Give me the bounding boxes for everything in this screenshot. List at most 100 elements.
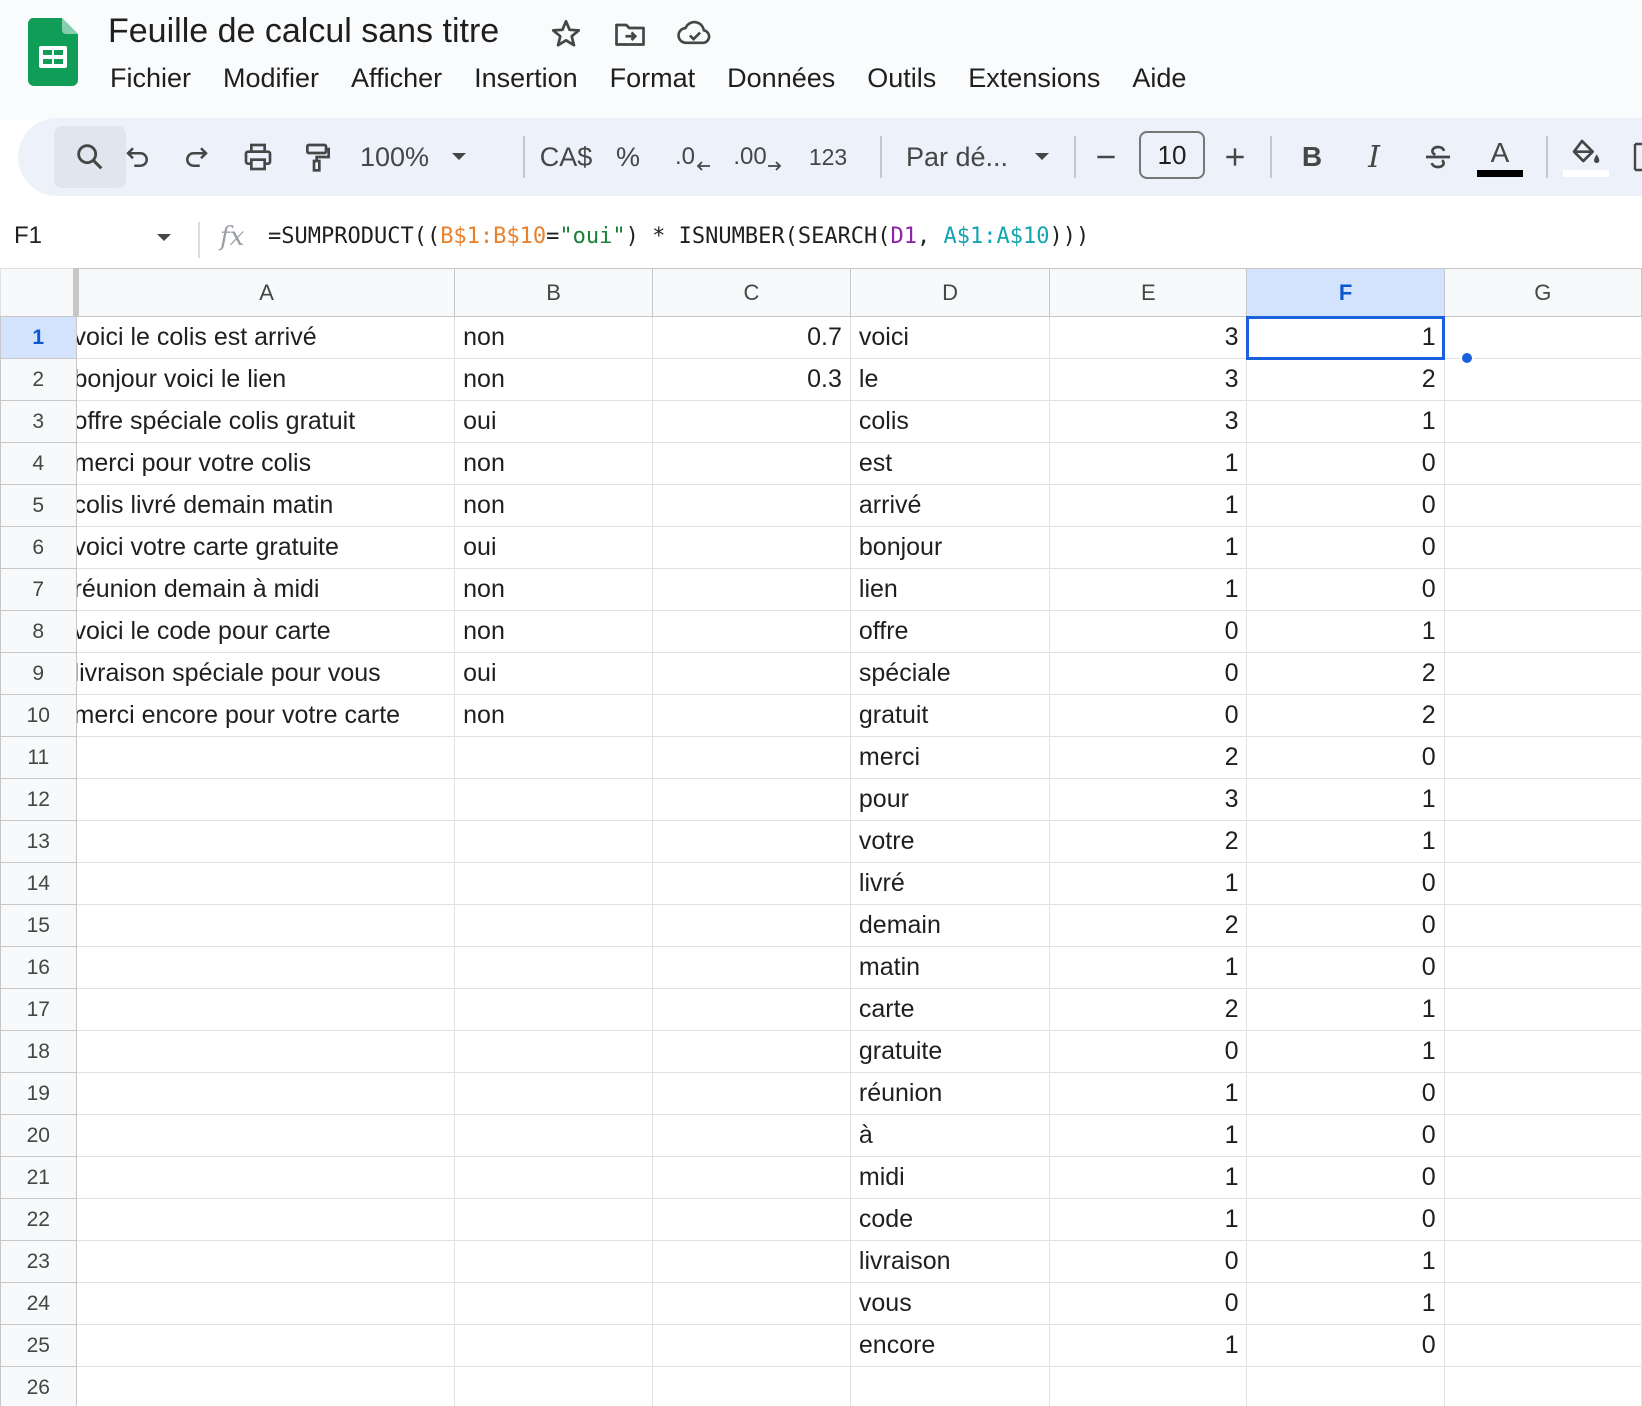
- cell-c14[interactable]: [652, 862, 851, 905]
- row-header[interactable]: 26: [0, 1366, 77, 1406]
- font-family-select[interactable]: Par dé...: [892, 118, 1062, 196]
- cell-d3[interactable]: colis: [849, 400, 1051, 443]
- cell-f25[interactable]: 0: [1246, 1324, 1445, 1367]
- cell-a25[interactable]: [75, 1324, 456, 1367]
- cell-b15[interactable]: [454, 904, 654, 947]
- row-header[interactable]: 6: [0, 526, 77, 569]
- cell-c8[interactable]: [652, 610, 851, 653]
- cell-b19[interactable]: [454, 1072, 654, 1115]
- cell-g8[interactable]: [1443, 610, 1642, 653]
- cell-d15[interactable]: demain: [849, 904, 1051, 947]
- cell-e9[interactable]: 0: [1049, 652, 1248, 695]
- cell-e23[interactable]: 0: [1049, 1240, 1248, 1283]
- cell-c25[interactable]: [652, 1324, 851, 1367]
- cell-e3[interactable]: 3: [1049, 400, 1248, 443]
- percent-format-button[interactable]: %: [608, 118, 648, 196]
- cell-b4[interactable]: non: [454, 442, 654, 485]
- cell-f11[interactable]: 0: [1246, 736, 1445, 779]
- row-header[interactable]: 18: [0, 1030, 77, 1073]
- cell-a5[interactable]: colis livré demain matin: [75, 484, 456, 527]
- cell-c15[interactable]: [652, 904, 851, 947]
- cell-a7[interactable]: réunion demain à midi: [75, 568, 456, 611]
- redo-icon[interactable]: [174, 118, 218, 196]
- column-header-c[interactable]: C: [652, 268, 851, 317]
- strikethrough-button[interactable]: [1416, 118, 1460, 196]
- cell-b17[interactable]: [454, 988, 654, 1031]
- cell-e2[interactable]: 3: [1049, 358, 1248, 401]
- cell-d16[interactable]: matin: [849, 946, 1051, 989]
- cell-f13[interactable]: 1: [1246, 820, 1445, 863]
- cell-c3[interactable]: [652, 400, 851, 443]
- cell-d17[interactable]: carte: [849, 988, 1051, 1031]
- cell-b13[interactable]: [454, 820, 654, 863]
- cell-a10[interactable]: merci encore pour votre carte: [75, 694, 456, 737]
- cell-e13[interactable]: 2: [1049, 820, 1248, 863]
- cell-e18[interactable]: 0: [1049, 1030, 1248, 1073]
- cell-e10[interactable]: 0: [1049, 694, 1248, 737]
- cell-e26[interactable]: [1049, 1366, 1248, 1406]
- cell-f19[interactable]: 0: [1246, 1072, 1445, 1115]
- cell-b20[interactable]: [454, 1114, 654, 1157]
- cell-d9[interactable]: spéciale: [849, 652, 1051, 695]
- italic-button[interactable]: I: [1352, 118, 1396, 196]
- cell-c13[interactable]: [652, 820, 851, 863]
- cell-a6[interactable]: voici votre carte gratuite: [75, 526, 456, 569]
- cell-g26[interactable]: [1443, 1366, 1642, 1406]
- cell-f17[interactable]: 1: [1246, 988, 1445, 1031]
- cell-b2[interactable]: non: [454, 358, 654, 401]
- cell-b10[interactable]: non: [454, 694, 654, 737]
- cell-a1[interactable]: voici le colis est arrivé: [75, 316, 456, 359]
- cell-d5[interactable]: arrivé: [849, 484, 1051, 527]
- cell-g11[interactable]: [1443, 736, 1642, 779]
- cell-b1[interactable]: non: [454, 316, 654, 359]
- cell-d8[interactable]: offre: [849, 610, 1051, 653]
- fill-handle[interactable]: [1460, 351, 1474, 365]
- zoom-select[interactable]: 100%: [360, 118, 500, 196]
- cell-a19[interactable]: [75, 1072, 456, 1115]
- column-header-e[interactable]: E: [1049, 268, 1248, 317]
- chevron-down-icon[interactable]: [156, 233, 172, 243]
- cell-a2[interactable]: bonjour voici le lien: [75, 358, 456, 401]
- cell-d4[interactable]: est: [849, 442, 1051, 485]
- cell-a13[interactable]: [75, 820, 456, 863]
- column-header-g[interactable]: G: [1443, 268, 1642, 317]
- cell-b16[interactable]: [454, 946, 654, 989]
- cell-e5[interactable]: 1: [1049, 484, 1248, 527]
- row-header[interactable]: 9: [0, 652, 77, 695]
- cell-a3[interactable]: offre spéciale colis gratuit: [75, 400, 456, 443]
- cell-f3[interactable]: 1: [1246, 400, 1445, 443]
- cell-e19[interactable]: 1: [1049, 1072, 1248, 1115]
- decrease-font-size-button[interactable]: [1086, 118, 1126, 196]
- cell-a8[interactable]: voici le code pour carte: [75, 610, 456, 653]
- cell-d23[interactable]: livraison: [849, 1240, 1051, 1283]
- cell-g16[interactable]: [1443, 946, 1642, 989]
- cell-g6[interactable]: [1443, 526, 1642, 569]
- cell-e22[interactable]: 1: [1049, 1198, 1248, 1241]
- cell-d22[interactable]: code: [849, 1198, 1051, 1241]
- cell-e4[interactable]: 1: [1049, 442, 1248, 485]
- fill-color-button[interactable]: [1558, 118, 1614, 196]
- cell-e21[interactable]: 1: [1049, 1156, 1248, 1199]
- decrease-decimal-button[interactable]: .0: [668, 118, 718, 196]
- cell-b14[interactable]: [454, 862, 654, 905]
- cell-a11[interactable]: [75, 736, 456, 779]
- cell-b8[interactable]: non: [454, 610, 654, 653]
- cell-c11[interactable]: [652, 736, 851, 779]
- cell-d13[interactable]: votre: [849, 820, 1051, 863]
- cell-e17[interactable]: 2: [1049, 988, 1248, 1031]
- cell-b23[interactable]: [454, 1240, 654, 1283]
- row-header[interactable]: 17: [0, 988, 77, 1031]
- cell-c7[interactable]: [652, 568, 851, 611]
- cell-f26[interactable]: [1246, 1366, 1445, 1406]
- cell-f5[interactable]: 0: [1246, 484, 1445, 527]
- cell-b5[interactable]: non: [454, 484, 654, 527]
- increase-decimal-button[interactable]: .00: [730, 118, 786, 196]
- borders-button[interactable]: [1630, 118, 1642, 196]
- cell-e16[interactable]: 1: [1049, 946, 1248, 989]
- row-header[interactable]: 15: [0, 904, 77, 947]
- cell-a9[interactable]: livraison spéciale pour vous: [75, 652, 456, 695]
- menu-aide[interactable]: Aide: [1116, 58, 1202, 98]
- cell-b25[interactable]: [454, 1324, 654, 1367]
- cloud-status-icon[interactable]: [676, 16, 712, 52]
- cell-e7[interactable]: 1: [1049, 568, 1248, 611]
